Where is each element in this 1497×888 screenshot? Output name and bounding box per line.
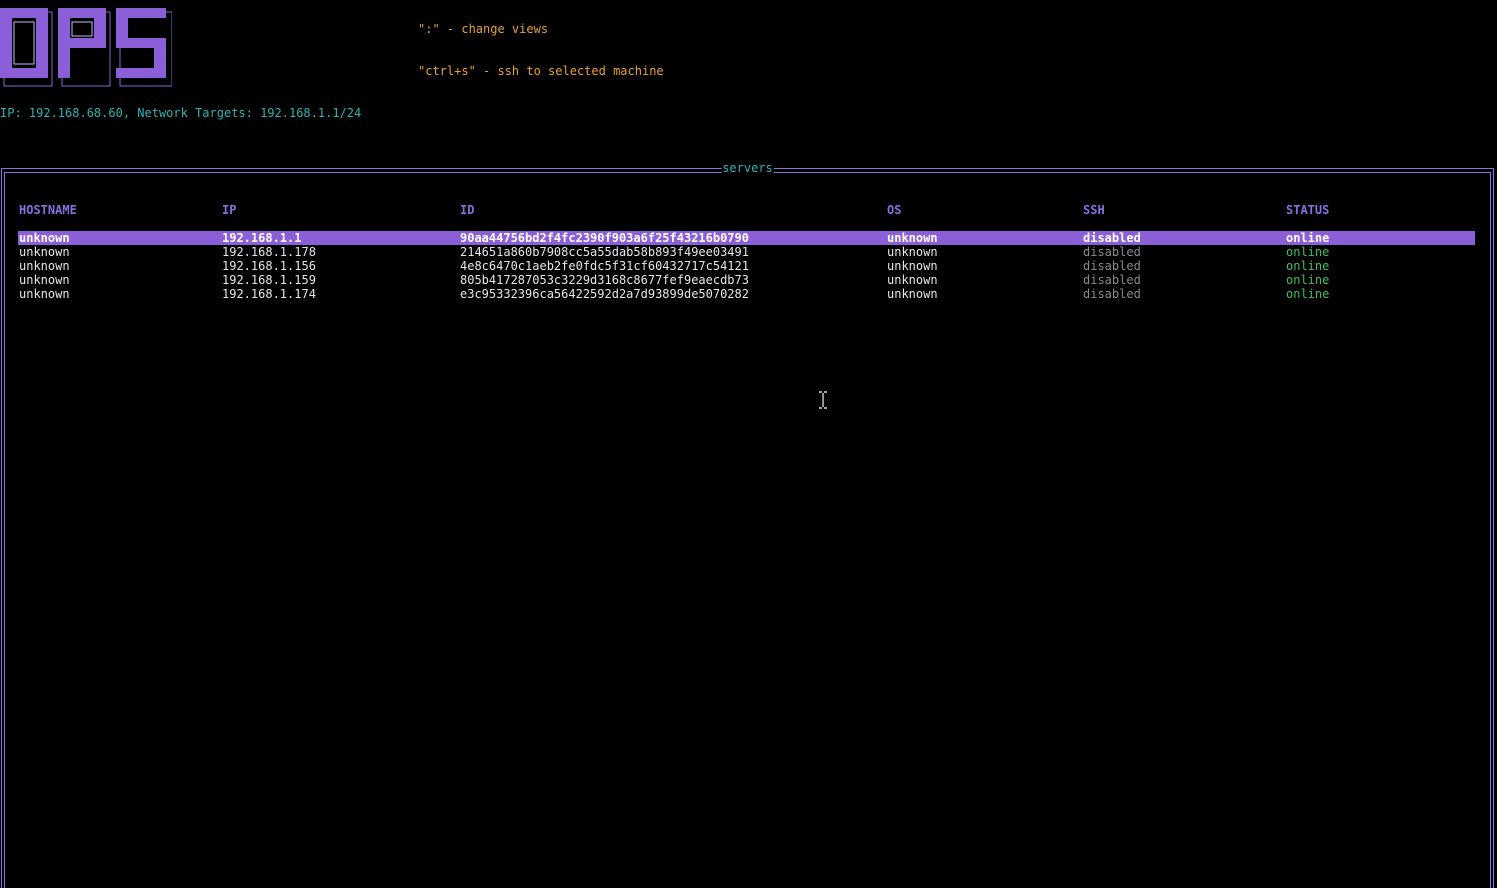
table-row[interactable]: unknown 192.168.1.178 214651a860b7908cc5…	[18, 245, 1475, 259]
column-header-hostname[interactable]: HOSTNAME	[19, 203, 77, 217]
column-header-ssh[interactable]: SSH	[1083, 203, 1105, 217]
hint-ssh: "ctrl+s" - ssh to selected machine	[418, 64, 664, 78]
hint-change-views: ":" - change views	[418, 22, 549, 36]
cell-os: unknown	[887, 231, 938, 245]
cell-id: 4e8c6470c1aeb2fe0fdc5f31cf60432717c54121	[460, 259, 749, 273]
column-header-status[interactable]: STATUS	[1286, 203, 1329, 217]
cell-os: unknown	[887, 287, 938, 301]
servers-table: HOSTNAME IP ID OS SSH STATUS unknown 192…	[18, 203, 1475, 301]
table-row[interactable]: unknown 192.168.1.156 4e8c6470c1aeb2fe0f…	[18, 259, 1475, 273]
cell-ssh: disabled	[1083, 273, 1141, 287]
cell-ssh: disabled	[1083, 245, 1141, 259]
cell-os: unknown	[887, 259, 938, 273]
panel-title: servers	[721, 161, 774, 175]
network-info: IP: 192.168.68.60, Network Targets: 192.…	[0, 106, 362, 120]
cell-os: unknown	[887, 273, 938, 287]
cell-status: online	[1286, 273, 1330, 287]
column-header-id[interactable]: ID	[460, 203, 474, 217]
column-header-os[interactable]: OS	[887, 203, 901, 217]
cell-ssh: disabled	[1083, 259, 1141, 273]
cell-ip: 192.168.1.178	[222, 245, 316, 259]
cell-id: 90aa44756bd2f4fc2390f903a6f25f43216b0790	[460, 231, 749, 245]
table-header: HOSTNAME IP ID OS SSH STATUS	[18, 203, 1475, 217]
cell-hostname: unknown	[19, 287, 70, 301]
cell-hostname: unknown	[19, 259, 70, 273]
cell-ip: 192.168.1.156	[222, 259, 316, 273]
cell-ssh: disabled	[1083, 287, 1141, 301]
cell-hostname: unknown	[19, 231, 70, 245]
cell-status: online	[1286, 287, 1330, 301]
column-header-ip[interactable]: IP	[222, 203, 236, 217]
table-row[interactable]: unknown 192.168.1.159 805b417287053c3229…	[18, 273, 1475, 287]
cell-hostname: unknown	[19, 273, 70, 287]
cell-status: online	[1286, 245, 1330, 259]
table-row-selected[interactable]: unknown 192.168.1.1 90aa44756bd2f4fc2390…	[18, 231, 1475, 245]
cell-hostname: unknown	[19, 245, 70, 259]
cell-id: 214651a860b7908cc5a55dab58b893f49ee03491	[460, 245, 749, 259]
cell-ip: 192.168.1.174	[222, 287, 316, 301]
cell-status: online	[1286, 259, 1330, 273]
cell-ip: 192.168.1.159	[222, 273, 316, 287]
cell-ssh: disabled	[1083, 231, 1141, 245]
cell-id: e3c95332396ca56422592d2a7d93899de5070282	[460, 287, 749, 301]
ops-logo	[0, 8, 172, 87]
cell-status: online	[1286, 231, 1330, 245]
cell-os: unknown	[887, 245, 938, 259]
cell-id: 805b417287053c3229d3168c8677fef9eaecdb73	[460, 273, 749, 287]
cell-ip: 192.168.1.1	[222, 231, 302, 245]
table-row[interactable]: unknown 192.168.1.174 e3c95332396ca56422…	[18, 287, 1475, 301]
text-cursor-icon	[819, 391, 827, 409]
